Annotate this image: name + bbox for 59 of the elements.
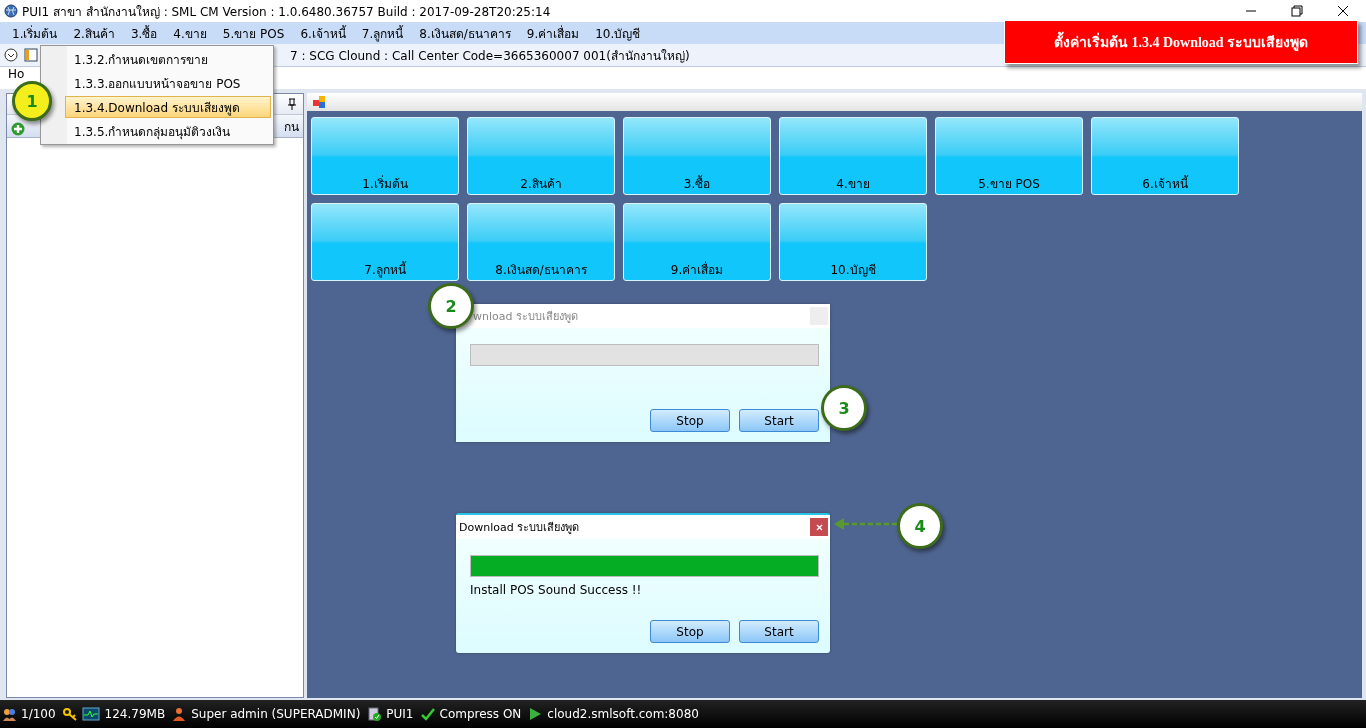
close-icon [815,523,823,531]
windows-icon [313,96,327,108]
users-icon [2,707,16,721]
menu-item[interactable]: 5.ขาย POS [214,23,293,43]
menu-item[interactable]: 8.เงินสด/ธนาคาร [411,23,519,43]
menu-item[interactable]: 6.เจ้าหนี้ [292,23,354,43]
menu-tile[interactable]: 5.ขาย POS [935,117,1083,195]
menu-item[interactable]: 7.ลูกหนี้ [353,23,412,43]
status-text: 124.79MB [104,707,166,721]
status-text: PUI1 [386,707,414,721]
clock-icon[interactable] [4,48,18,62]
app-globe-icon [4,4,18,18]
pin-icon[interactable] [287,98,297,110]
key-icon [62,707,77,721]
menu-tile[interactable]: 10.บัญชี [779,203,927,281]
menu-item[interactable]: 10.บัญชี [587,23,649,43]
menu-tile[interactable]: 8.เงินสด/ธนาคาร [467,203,615,281]
menu-item[interactable]: 1.เริ่มต้น [4,23,66,43]
check-icon [420,707,435,721]
menu-item[interactable]: 2.สินค้า [65,23,123,43]
toolbar-label[interactable]: กน [284,116,299,136]
banner-text: ตั้งค่าเริ่มต้น 1.3.4 Download ระบบเสียงพูด [1053,31,1309,53]
restore-icon[interactable] [1291,5,1303,17]
dialog-button[interactable]: Start [739,409,819,432]
dialog-title: Download ระบบเสียงพูด [459,520,580,536]
play-icon [528,707,543,721]
menu-tile[interactable]: 7.ลูกหนี้ [311,203,459,281]
database-icon [367,707,382,721]
dashed-arrow [834,518,898,530]
window-title: PUI1 สาขา สำนักงานใหญ่ : SML CM Version : 1.0.6480.36757 Build : 2017-09-28T20:25:14 [22,3,552,21]
menu-item[interactable]: 3.ซื้อ [122,23,166,43]
menu-entry[interactable]: 1.3.5.กำหนดกลุ่มอนุมัติวงเงิน [65,120,271,142]
menu-tile[interactable]: 4.ขาย [779,117,927,195]
window-icon[interactable] [24,48,38,62]
info-text: 7 : SCG Clound : Call Center Code=3665360007 001(สำนักงานใหญ่) [290,47,690,65]
menu-item[interactable]: 9.ค่าเสื่อม [518,23,588,43]
menu-tile[interactable]: 2.สินค้า [467,117,615,195]
menu-tile[interactable]: 3.ซื้อ [623,117,771,195]
menu-tile[interactable]: 6.เจ้าหนี้ [1091,117,1239,195]
menu-tile[interactable]: 9.ค่าเสื่อม [623,203,771,281]
menu-entry[interactable]: 1.3.3.ออกแบบหน้าจอขาย POS [65,72,271,94]
dialog-title: wnload ระบบเสียงพูด [472,309,578,325]
status-text: Compress ON [439,707,522,721]
menu-tile[interactable]: 1.เริ่มต้น [311,117,459,195]
dialog-button[interactable]: Stop [650,620,730,643]
home-tab[interactable]: Ho [6,67,27,81]
dialog-button[interactable]: Start [739,620,819,643]
menu-entry[interactable]: 1.3.4.Download ระบบเสียงพูด [65,96,271,118]
menu-item[interactable]: 4.ขาย [165,23,215,43]
status-text: cloud2.smlsoft.com:8080 [547,707,699,721]
status-message: Install POS Sound Success !! [470,583,643,597]
dialog-button[interactable]: Stop [650,409,730,432]
add-icon[interactable] [11,122,25,136]
status-text: Super admin (SUPERADMIN) [191,707,361,721]
status-text: 1/100 [21,707,56,721]
monitor-icon [81,707,100,721]
user-icon [172,707,187,721]
menu-entry[interactable]: 1.3.2.กำหนดเขตการขาย [65,48,271,70]
close-icon[interactable] [1337,5,1349,17]
